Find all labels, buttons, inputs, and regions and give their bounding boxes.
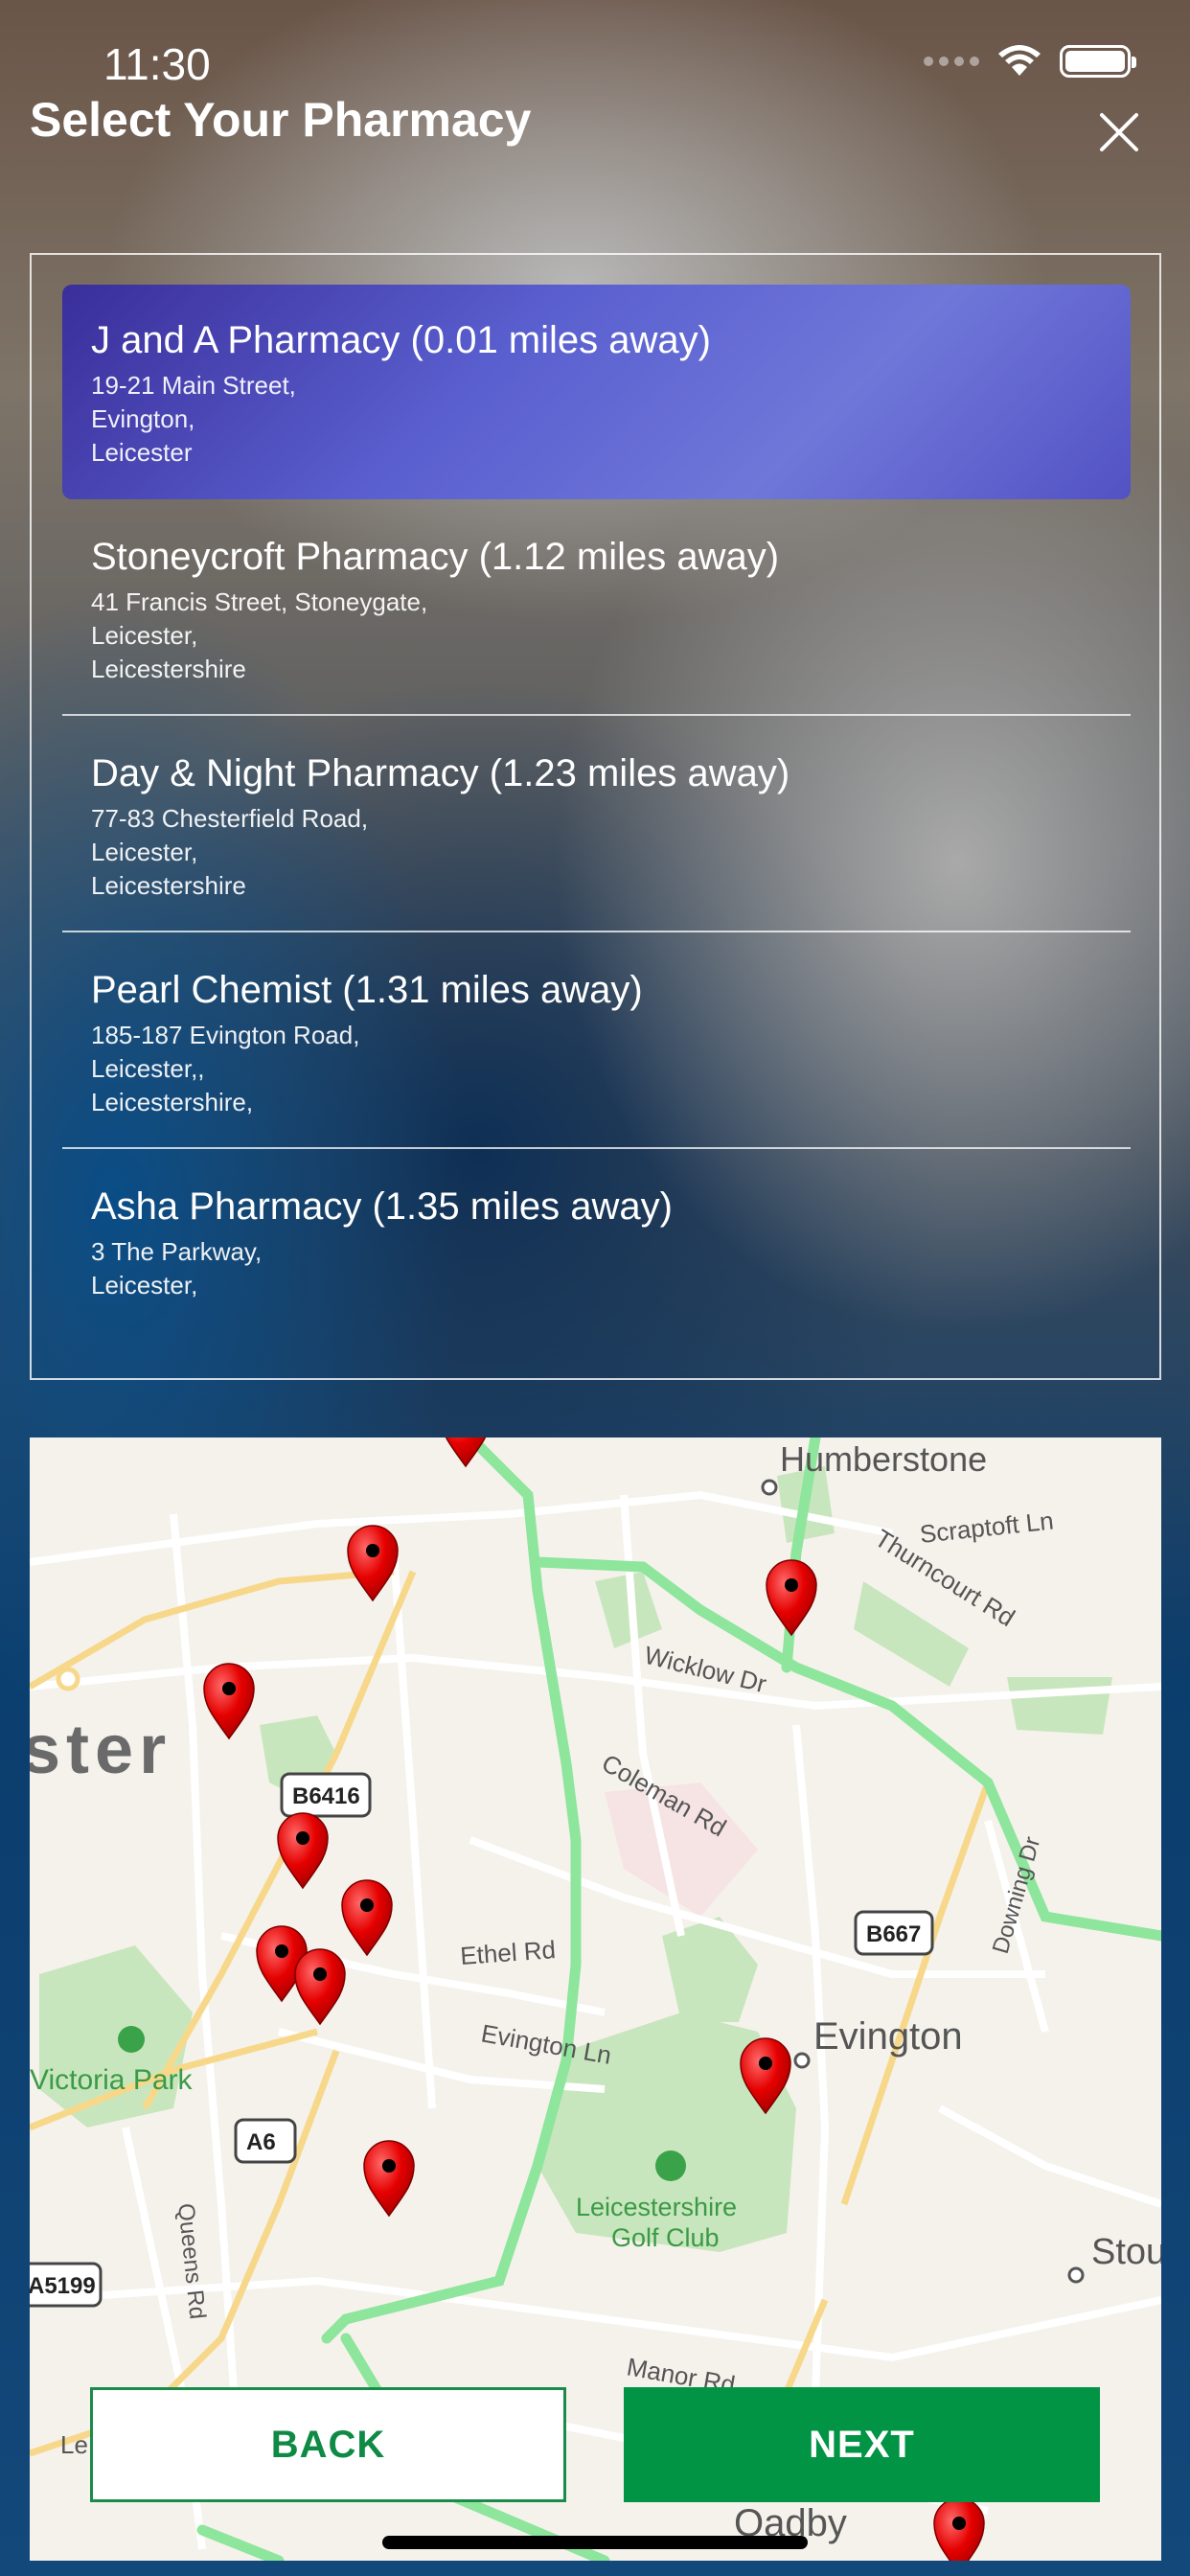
golf-icon [655, 2150, 686, 2181]
map-label: Evington Ln [479, 2018, 613, 2069]
address-line: 77-83 Chesterfield Road, [91, 804, 369, 833]
divider [62, 714, 1131, 716]
map-label: Ethel Rd [459, 1935, 557, 1970]
map-label: Stou [1091, 2232, 1161, 2272]
pharmacy-address: 185-187 Evington Road, Leicester,, Leice… [91, 1019, 1102, 1119]
address-line: Leicester, [91, 838, 198, 866]
map-label: Victoria Park [30, 2064, 194, 2096]
road-shield: A5199 [30, 2273, 96, 2299]
address-line: 3 The Parkway, [91, 1237, 263, 1266]
roundabout [56, 1667, 80, 1691]
pharmacy-address: 19-21 Main Street, Evington, Leicester [91, 369, 1102, 470]
map-label: Queens Rd [172, 2202, 211, 2321]
pharmacy-address: 3 The Parkway, Leicester, [91, 1235, 1102, 1302]
road-shield: A6 [246, 2129, 276, 2155]
map-pin-icon[interactable] [294, 1948, 346, 2025]
pharmacy-item-2[interactable]: Stoneycroft Pharmacy (1.12 miles away) 4… [62, 501, 1131, 716]
address-line: 19-21 Main Street, [91, 371, 296, 400]
close-icon[interactable] [1094, 107, 1144, 157]
map-pin-icon[interactable] [203, 1663, 255, 1739]
pharmacy-name: Asha Pharmacy (1.35 miles away) [91, 1185, 673, 1228]
map-label: Golf Club [611, 2223, 720, 2252]
divider [62, 931, 1131, 932]
pharmacy-address: 77-83 Chesterfield Road, Leicester, Leic… [91, 802, 1102, 903]
address-line: 41 Francis Street, Stoneygate, [91, 587, 428, 616]
page-title: Select Your Pharmacy [30, 93, 532, 147]
home-indicator [382, 2536, 808, 2549]
divider [62, 1147, 1131, 1149]
map-pin-icon[interactable] [341, 1879, 393, 1956]
wifi-icon [998, 45, 1041, 76]
address-line: Leicester,, [91, 1054, 205, 1083]
map-label: Evington [813, 2015, 963, 2058]
next-button[interactable]: NEXT [624, 2387, 1100, 2502]
pharmacy-name: J and A Pharmacy (0.01 miles away) [91, 319, 711, 361]
address-line: Leicester, [91, 621, 198, 650]
park-area [1007, 1677, 1112, 1735]
map-pin-icon[interactable] [766, 1559, 817, 1636]
signal-icon [924, 57, 979, 66]
map-label: Leicestershire [576, 2193, 737, 2221]
address-line: Leicester, [91, 1271, 198, 1300]
pharmacy-item-1[interactable]: J and A Pharmacy (0.01 miles away) 19-21… [62, 285, 1131, 499]
status-time: 11:30 [103, 39, 211, 89]
park-area [39, 1945, 193, 2128]
road-shield: B6416 [292, 1783, 360, 1809]
battery-icon [1060, 45, 1136, 78]
pharmacy-item-3[interactable]: Day & Night Pharmacy (1.23 miles away) 7… [62, 718, 1131, 932]
back-button[interactable]: BACK [90, 2387, 566, 2502]
pharmacy-name: Stoneycroft Pharmacy (1.12 miles away) [91, 536, 780, 578]
map-pin-icon[interactable] [933, 2497, 985, 2561]
pharmacy-address: 41 Francis Street, Stoneygate, Leicester… [91, 586, 1102, 686]
address-line: 185-187 Evington Road, [91, 1021, 360, 1049]
place-dot [793, 2052, 811, 2069]
pharmacy-list[interactable]: J and A Pharmacy (0.01 miles away) 19-21… [30, 253, 1161, 1380]
pharmacy-name: Pearl Chemist (1.31 miles away) [91, 969, 643, 1011]
map-label: Humberstone [780, 1439, 987, 1479]
status-icons [924, 44, 1136, 79]
pharmacy-item-5[interactable]: Asha Pharmacy (1.35 miles away) 3 The Pa… [62, 1151, 1131, 1366]
map-pin-icon[interactable] [363, 2140, 415, 2217]
pharmacy-name: Day & Night Pharmacy (1.23 miles away) [91, 752, 790, 794]
address-line: Leicestershire [91, 655, 246, 683]
address-line: Leicestershire, [91, 1088, 254, 1116]
map-label: Scraptoft Ln [918, 1506, 1055, 1548]
map-pin-icon[interactable] [347, 1525, 399, 1601]
map-label: ster [30, 1712, 172, 1788]
pharmacy-item-4[interactable]: Pearl Chemist (1.31 miles away) 185-187 … [62, 934, 1131, 1149]
park-icon [118, 2026, 145, 2053]
place-dot [761, 1479, 778, 1496]
address-line: Leicestershire [91, 871, 246, 900]
address-line: Leicester [91, 438, 193, 467]
map-pin-icon[interactable] [277, 1812, 329, 1889]
place-dot [1067, 2266, 1085, 2284]
road-shield: B667 [866, 1921, 921, 1947]
address-line: Evington, [91, 404, 195, 433]
map-label: Le [60, 2430, 88, 2459]
